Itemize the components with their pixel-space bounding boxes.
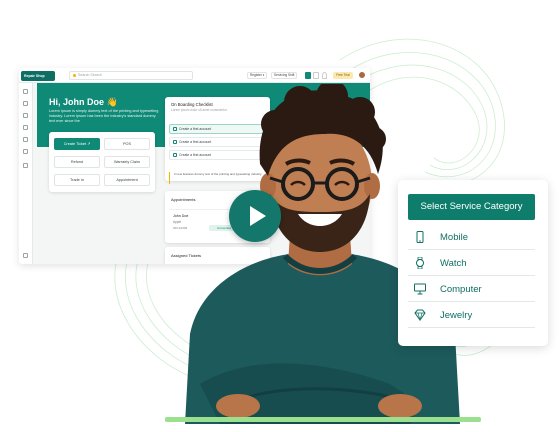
clipboard-icon[interactable] xyxy=(23,137,28,142)
shift-button[interactable]: Servicing Shift xyxy=(271,72,298,79)
menu-icon[interactable] xyxy=(23,89,28,94)
watch-icon xyxy=(416,257,424,269)
greeting-subtext: Lorem Ipsum is simply dummy text of the … xyxy=(49,109,159,123)
category-item-watch[interactable]: Watch xyxy=(408,250,535,276)
settings-icon[interactable] xyxy=(23,253,28,258)
quick-actions-card: Create Ticket ↗ POS Refund Warranty Clai… xyxy=(49,132,155,192)
avatar[interactable] xyxy=(358,71,366,79)
computer-icon xyxy=(414,283,426,295)
accent-underline xyxy=(165,417,481,422)
greeting: Hi, John Doe 👋 xyxy=(49,97,118,107)
category-label: Jewelry xyxy=(440,310,473,321)
brand-logo: Repair Shop xyxy=(21,71,55,81)
category-label: Mobile xyxy=(440,232,468,243)
users-icon[interactable] xyxy=(23,149,28,154)
category-item-computer[interactable]: Computer xyxy=(408,276,535,302)
category-label: Computer xyxy=(440,284,482,295)
dashboard-topbar: Repair Shop Search Search Register ▾ Ser… xyxy=(19,68,370,83)
pos-button[interactable]: POS xyxy=(104,138,150,150)
service-category-card: Select Service Category Mobile Watch Com… xyxy=(398,180,548,346)
chevron-down-icon[interactable] xyxy=(313,72,319,79)
appointment-button[interactable]: Appointment xyxy=(104,174,150,186)
search-placeholder: Search Search xyxy=(78,73,102,77)
app-icon[interactable] xyxy=(305,72,311,79)
home-icon[interactable] xyxy=(23,101,28,106)
search-icon xyxy=(73,73,76,77)
document-icon[interactable] xyxy=(23,163,28,168)
select-service-category-button[interactable]: Select Service Category xyxy=(408,194,535,220)
category-item-mobile[interactable]: Mobile xyxy=(408,224,535,250)
trade-in-button[interactable]: Trade In xyxy=(54,174,100,186)
create-ticket-button[interactable]: Create Ticket ↗ xyxy=(54,138,100,150)
cart-icon[interactable] xyxy=(23,113,28,118)
mobile-icon xyxy=(416,231,424,243)
category-item-jewelry[interactable]: Jewelry xyxy=(408,302,535,328)
ticket-icon[interactable] xyxy=(23,125,28,130)
register-dropdown[interactable]: Register ▾ xyxy=(247,72,268,79)
warranty-claim-button[interactable]: Warranty Claim xyxy=(104,156,150,168)
diamond-icon xyxy=(414,309,426,321)
play-video-button[interactable] xyxy=(229,190,281,242)
bell-icon[interactable] xyxy=(322,72,327,79)
search-input[interactable]: Search Search xyxy=(69,71,193,80)
trial-badge[interactable]: Free Trial xyxy=(333,72,353,79)
refund-button[interactable]: Refund xyxy=(54,156,100,168)
sidebar xyxy=(19,83,33,264)
category-label: Watch xyxy=(440,258,467,269)
